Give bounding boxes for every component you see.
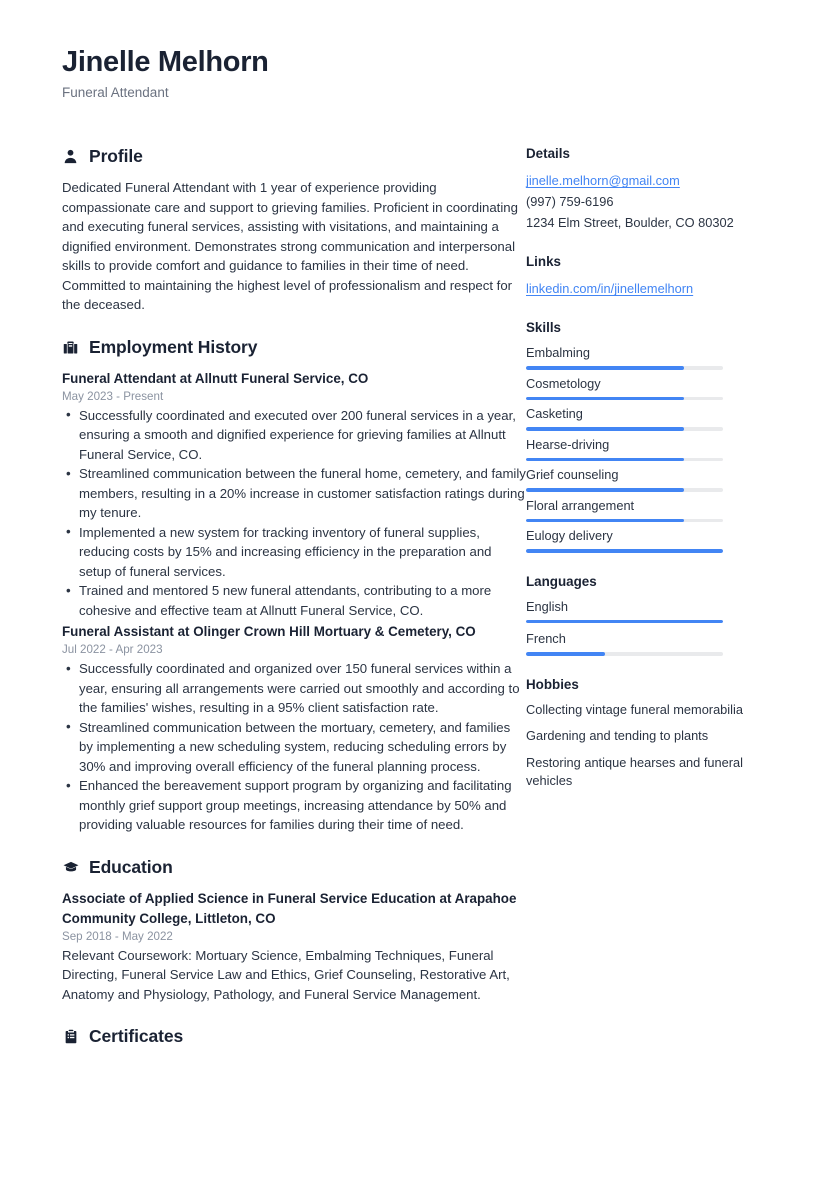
candidate-name: Jinelle Melhorn xyxy=(62,46,269,78)
skill-progress-fill xyxy=(526,549,723,553)
section-profile-body: Dedicated Funeral Attendant with 1 year … xyxy=(62,178,526,315)
education-entry-date: Sep 2018 - May 2022 xyxy=(62,929,173,943)
bullet-item: Successfully coordinated and organized o… xyxy=(62,659,526,718)
bullet-item: Streamlined communication between the mo… xyxy=(62,717,526,777)
employment-entry: Funeral Attendant at Allnutt Funeral Ser… xyxy=(62,369,526,621)
language-label: French xyxy=(526,631,566,647)
resume-header: Jinelle Melhorn Funeral Attendant xyxy=(62,46,771,100)
sidebar-skills: Skills Embalming Cosmetology Casketing H… xyxy=(526,320,771,553)
sidebar-hobbies: Hobbies Collecting vintage funeral memor… xyxy=(526,677,771,791)
section-profile-header: Profile xyxy=(62,146,526,167)
language-row: French xyxy=(526,630,771,656)
employment-entry-title: Funeral Attendant at Allnutt Funeral Ser… xyxy=(62,370,369,386)
skill-row: Cosmetology xyxy=(526,375,771,401)
sidebar-languages: Languages English French xyxy=(526,574,771,656)
clipboard-icon xyxy=(62,1028,79,1045)
bullet-item: Streamlined communication between the fu… xyxy=(62,464,526,523)
resume-columns: Profile Dedicated Funeral Attendant with… xyxy=(62,146,771,1069)
employment-entry-date: Jul 2022 - Apr 2023 xyxy=(62,643,163,657)
phone-text: (997) 759-6196 xyxy=(526,194,614,210)
bullet-item: Implemented a new system for tracking in… xyxy=(62,522,526,582)
sidebar-links: Links linkedin.com/in/jinellemelhorn xyxy=(526,254,771,299)
briefcase-icon xyxy=(62,339,79,356)
skill-progress-fill xyxy=(526,488,684,492)
skill-row: Floral arrangement xyxy=(526,497,771,523)
user-icon xyxy=(62,148,79,165)
language-progress-fill xyxy=(526,619,723,624)
section-certificates: Certificates xyxy=(62,1026,526,1047)
section-employment: Employment History Funeral Attendant at … xyxy=(62,337,526,835)
address-text: 1234 Elm Street, Boulder, CO 80302 xyxy=(526,215,734,231)
sidebar-hobbies-title: Hobbies xyxy=(526,676,579,692)
bullet-item: Successfully coordinated and executed ov… xyxy=(62,405,526,465)
skill-progress-track xyxy=(526,366,723,370)
skill-progress-fill xyxy=(526,396,684,401)
skill-progress-track xyxy=(526,518,723,523)
skill-progress-track xyxy=(526,488,723,492)
language-progress-track xyxy=(526,619,723,624)
linkedin-link[interactable]: linkedin.com/in/jinellemelhorn xyxy=(526,278,693,299)
employment-entry-date: May 2023 - Present xyxy=(62,389,164,403)
email-link[interactable]: jinelle.melhorn@gmail.com xyxy=(526,170,680,191)
skill-label: Casketing xyxy=(526,406,583,422)
education-entry-title: Associate of Applied Science in Funeral … xyxy=(62,890,517,926)
hobby-item: Collecting vintage funeral memorabilia xyxy=(526,701,743,717)
language-label: English xyxy=(526,598,568,614)
skill-row: Eulogy delivery xyxy=(526,527,771,553)
section-education-title: Education xyxy=(89,856,173,877)
skill-progress-track xyxy=(526,396,723,401)
bullet-item: Enhanced the bereavement support program… xyxy=(62,776,526,835)
skill-row: Casketing xyxy=(526,405,771,431)
skill-row: Grief counseling xyxy=(526,466,771,492)
main-column: Profile Dedicated Funeral Attendant with… xyxy=(62,146,526,1069)
skill-label: Cosmetology xyxy=(526,375,601,391)
skill-progress-track xyxy=(526,549,723,553)
section-education-header: Education xyxy=(62,857,526,878)
section-certificates-title: Certificates xyxy=(89,1026,184,1047)
skill-progress-fill xyxy=(526,518,684,523)
hobby-item: Restoring antique hearses and funeral ve… xyxy=(526,754,743,789)
resume-page: Jinelle Melhorn Funeral Attendant Profil… xyxy=(0,0,833,1178)
skill-progress-fill xyxy=(526,457,684,462)
employment-entry-title: Funeral Assistant at Olinger Crown Hill … xyxy=(62,624,476,640)
skill-label: Floral arrangement xyxy=(526,497,635,513)
hobby-item: Gardening and tending to plants xyxy=(526,728,709,744)
sidebar-details: Details jinelle.melhorn@gmail.com (997) … xyxy=(526,146,771,233)
sidebar-skills-title: Skills xyxy=(526,320,561,336)
sidebar-column: Details jinelle.melhorn@gmail.com (997) … xyxy=(526,146,771,812)
section-certificates-header: Certificates xyxy=(62,1026,526,1047)
section-employment-body: Funeral Attendant at Allnutt Funeral Ser… xyxy=(62,369,526,835)
candidate-job-title: Funeral Attendant xyxy=(62,85,169,101)
skill-row: Hearse-driving xyxy=(526,436,771,462)
section-profile-title: Profile xyxy=(89,146,143,167)
language-progress-track xyxy=(526,652,723,656)
section-profile: Profile Dedicated Funeral Attendant with… xyxy=(62,146,526,315)
skill-label: Eulogy delivery xyxy=(526,528,613,544)
language-progress-fill xyxy=(526,652,605,656)
education-entry-description: Relevant Coursework: Mortuary Science, E… xyxy=(62,947,510,1002)
skill-progress-fill xyxy=(526,366,684,370)
section-employment-title: Employment History xyxy=(89,336,258,357)
employment-entry-bullets: Successfully coordinated and executed ov… xyxy=(62,405,526,621)
employment-entry: Funeral Assistant at Olinger Crown Hill … xyxy=(62,622,526,835)
section-education: Education Associate of Applied Science i… xyxy=(62,857,526,1005)
skill-label: Hearse-driving xyxy=(526,436,610,452)
skill-progress-track xyxy=(526,427,723,431)
skill-label: Embalming xyxy=(526,345,591,361)
employment-entry-bullets: Successfully coordinated and organized o… xyxy=(62,659,526,835)
sidebar-details-title: Details xyxy=(526,146,570,162)
profile-text: Dedicated Funeral Attendant with 1 year … xyxy=(62,180,518,313)
bullet-item: Trained and mentored 5 new funeral atten… xyxy=(62,581,526,620)
section-education-body: Associate of Applied Science in Funeral … xyxy=(62,889,526,1005)
language-row: English xyxy=(526,598,771,624)
section-employment-header: Employment History xyxy=(62,337,526,358)
graduation-cap-icon xyxy=(62,859,79,876)
sidebar-links-title: Links xyxy=(526,254,561,270)
skill-progress-fill xyxy=(526,427,684,431)
sidebar-languages-title: Languages xyxy=(526,573,597,589)
skill-label: Grief counseling xyxy=(526,467,619,483)
skill-row: Embalming xyxy=(526,344,771,370)
skill-progress-track xyxy=(526,457,723,462)
education-entry: Associate of Applied Science in Funeral … xyxy=(62,889,526,1005)
